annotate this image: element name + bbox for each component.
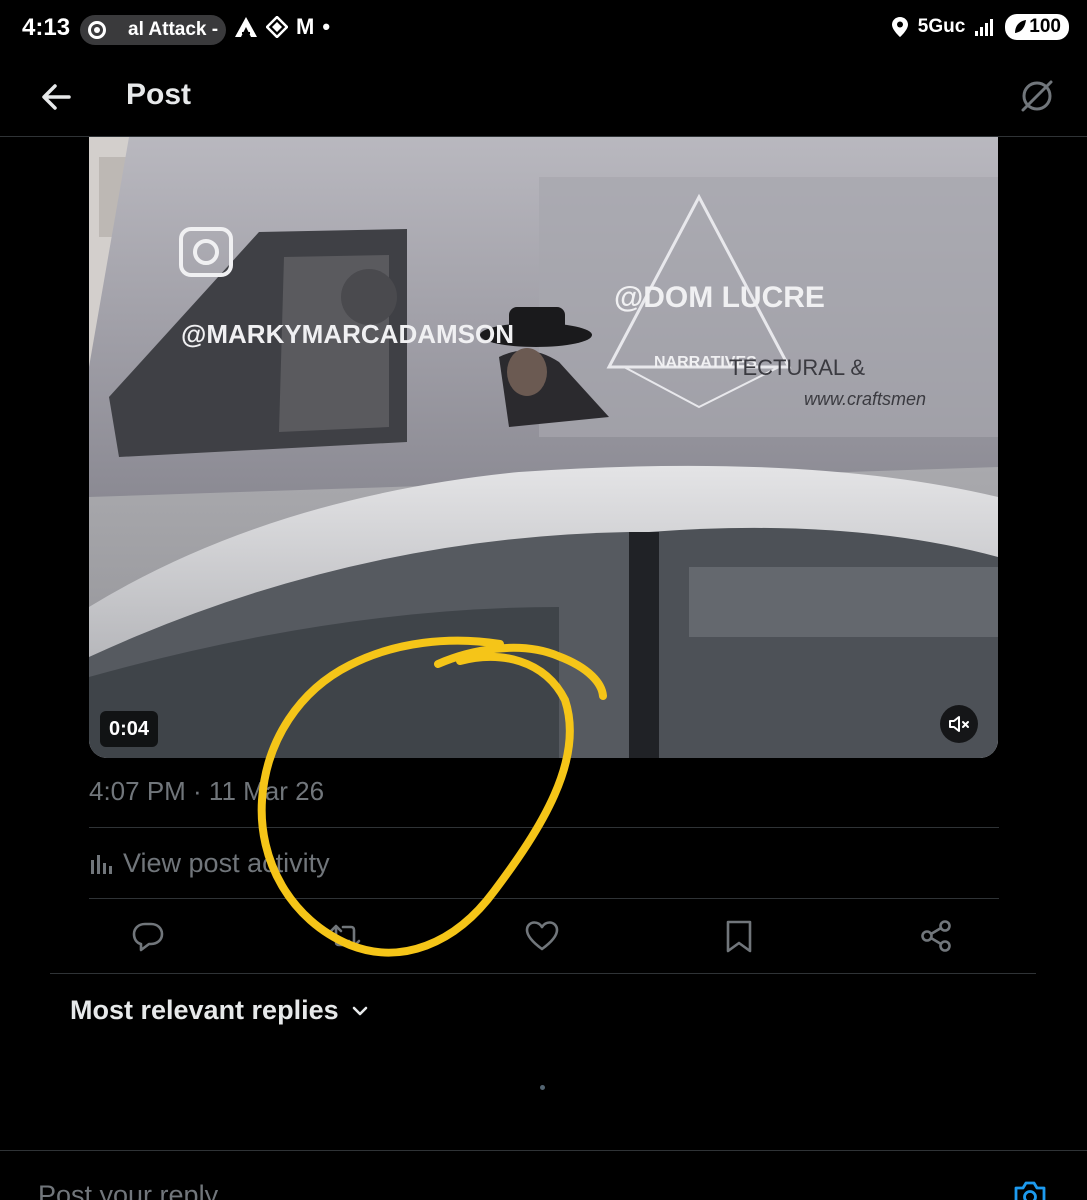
- chevron-down-icon: [352, 1006, 367, 1015]
- app-diamond-icon: [266, 16, 288, 38]
- page-title: Post: [126, 78, 192, 111]
- heart-icon: [525, 921, 559, 951]
- divider: [89, 827, 999, 828]
- status-bar: 4:13 al Attack - M • 5Guc 100: [0, 0, 1087, 60]
- watermark-username: @MARKYMARCADAMSON: [181, 319, 514, 349]
- notification-text: al Attack -: [128, 19, 219, 40]
- speaker-muted-icon: [949, 716, 969, 732]
- record-icon: [88, 21, 106, 39]
- replies-sort-label: Most relevant replies: [70, 995, 339, 1025]
- reply-composer: [0, 1150, 1087, 1200]
- repost-icon: [329, 924, 361, 948]
- mute-button[interactable]: [940, 705, 978, 743]
- battery-indicator: 100: [1005, 14, 1069, 40]
- bookmark-button[interactable]: [721, 918, 757, 954]
- back-button[interactable]: [36, 76, 78, 118]
- van-text-website: www.craftsmen: [804, 389, 926, 409]
- arrow-left-icon: [42, 84, 71, 110]
- bookmark-icon: [726, 920, 752, 953]
- share-button[interactable]: [918, 918, 954, 954]
- location-icon: [891, 17, 908, 37]
- gmail-icon: M: [296, 14, 315, 39]
- loading-indicator: [540, 1085, 545, 1090]
- status-right: 5Guc 100: [891, 14, 1069, 40]
- notification-icons: M •: [234, 14, 330, 40]
- divider: [89, 898, 999, 899]
- reply-icon: [132, 922, 164, 952]
- watermark-dom-lucre: @DOM LUCRE: [614, 281, 825, 314]
- post-video[interactable]: @MARKYMARCADAMSON @DOM LUCRE NARRATIVES …: [89, 137, 998, 758]
- view-post-activity-label: View post activity: [123, 848, 330, 878]
- video-frame: @MARKYMARCADAMSON @DOM LUCRE NARRATIVES …: [89, 137, 998, 758]
- repost-button[interactable]: [327, 918, 363, 954]
- notification-pill[interactable]: al Attack -: [80, 15, 226, 45]
- network-label: 5Guc: [917, 16, 966, 37]
- app-a-icon: [235, 17, 257, 37]
- replies-sort-dropdown[interactable]: Most relevant replies: [70, 995, 369, 1026]
- camera-button[interactable]: [1012, 1177, 1048, 1200]
- bar-chart-icon: [91, 854, 112, 874]
- van-text-architectural: TECTURAL &: [729, 355, 865, 380]
- share-icon: [921, 920, 951, 952]
- grok-button[interactable]: [1017, 76, 1057, 116]
- video-duration: 0:04: [100, 711, 159, 747]
- view-post-activity-link[interactable]: View post activity: [89, 848, 330, 879]
- reply-button[interactable]: [130, 918, 166, 954]
- signal-icon: [975, 19, 994, 36]
- more-notifications-dot: •: [322, 14, 331, 39]
- status-time: 4:13: [22, 14, 71, 41]
- top-nav: Post: [0, 60, 1087, 137]
- reply-input[interactable]: [38, 1175, 938, 1200]
- battery-level: 100: [1029, 16, 1061, 37]
- grok-icon: [1021, 80, 1053, 112]
- battery-leaf-icon: [1015, 20, 1027, 33]
- camera-icon: [1014, 1181, 1046, 1200]
- post-timestamp[interactable]: 4:07 PM · 11 Mar 26: [89, 776, 324, 807]
- like-button[interactable]: [524, 918, 560, 954]
- post-action-bar: [50, 900, 1036, 974]
